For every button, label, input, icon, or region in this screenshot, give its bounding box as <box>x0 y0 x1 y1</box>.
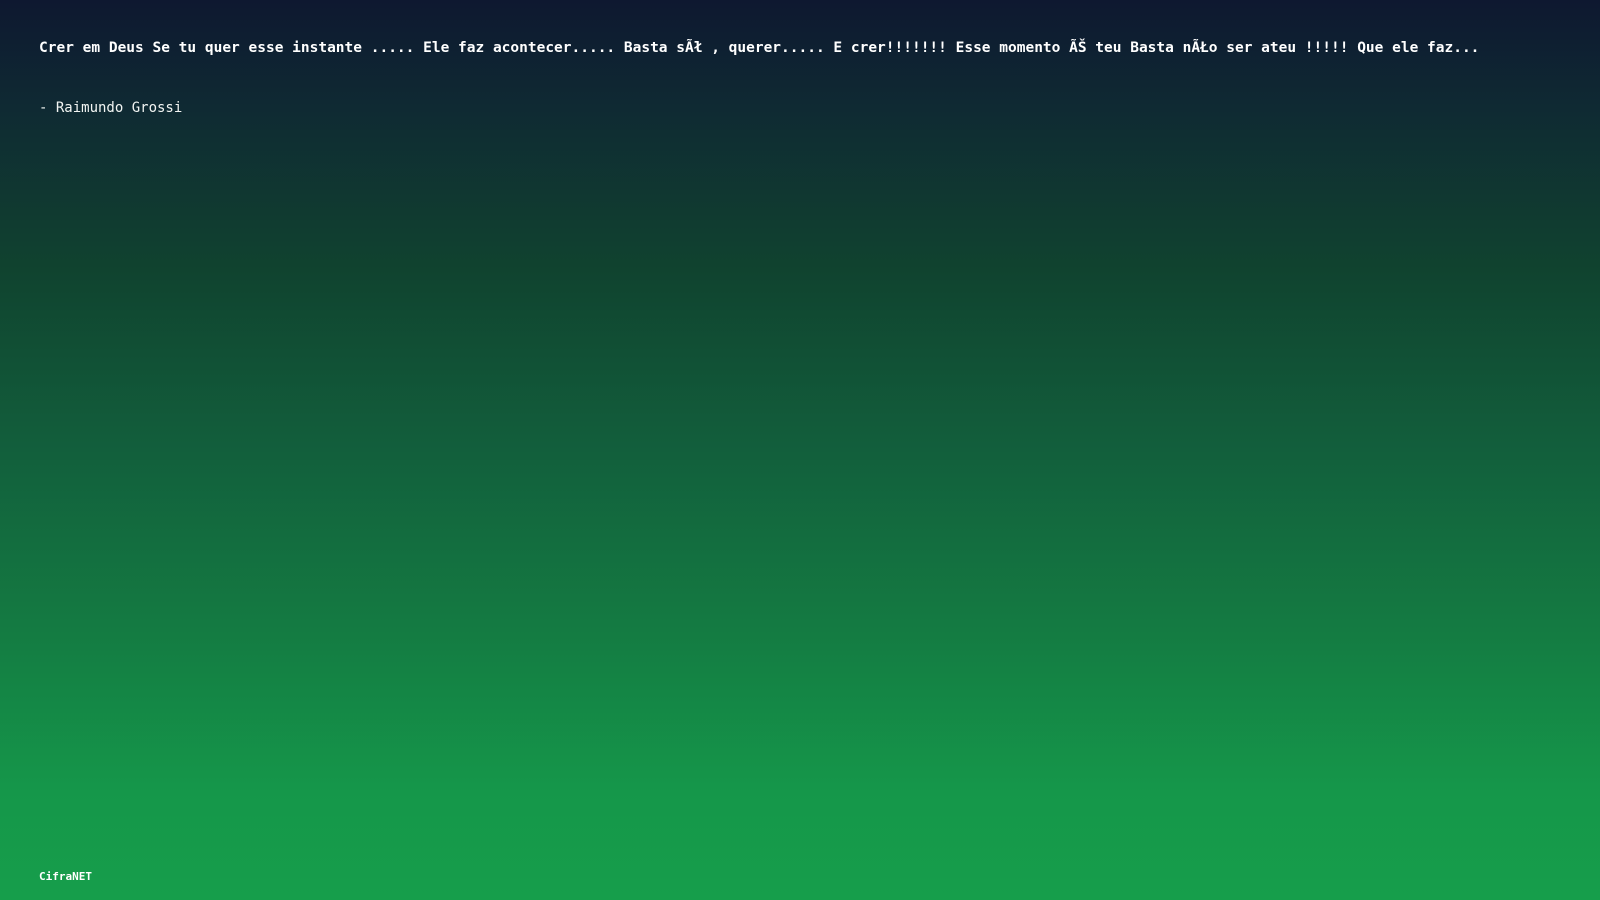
quote-author: - Raimundo Grossi <box>39 100 183 116</box>
brand-logo-text: CifraNET <box>39 870 92 883</box>
quote-text: Crer em Deus Se tu quer esse instante ..… <box>39 40 1480 56</box>
quote-card-page: { "quote": { "text": "Crer em Deus Se tu… <box>0 0 1600 900</box>
